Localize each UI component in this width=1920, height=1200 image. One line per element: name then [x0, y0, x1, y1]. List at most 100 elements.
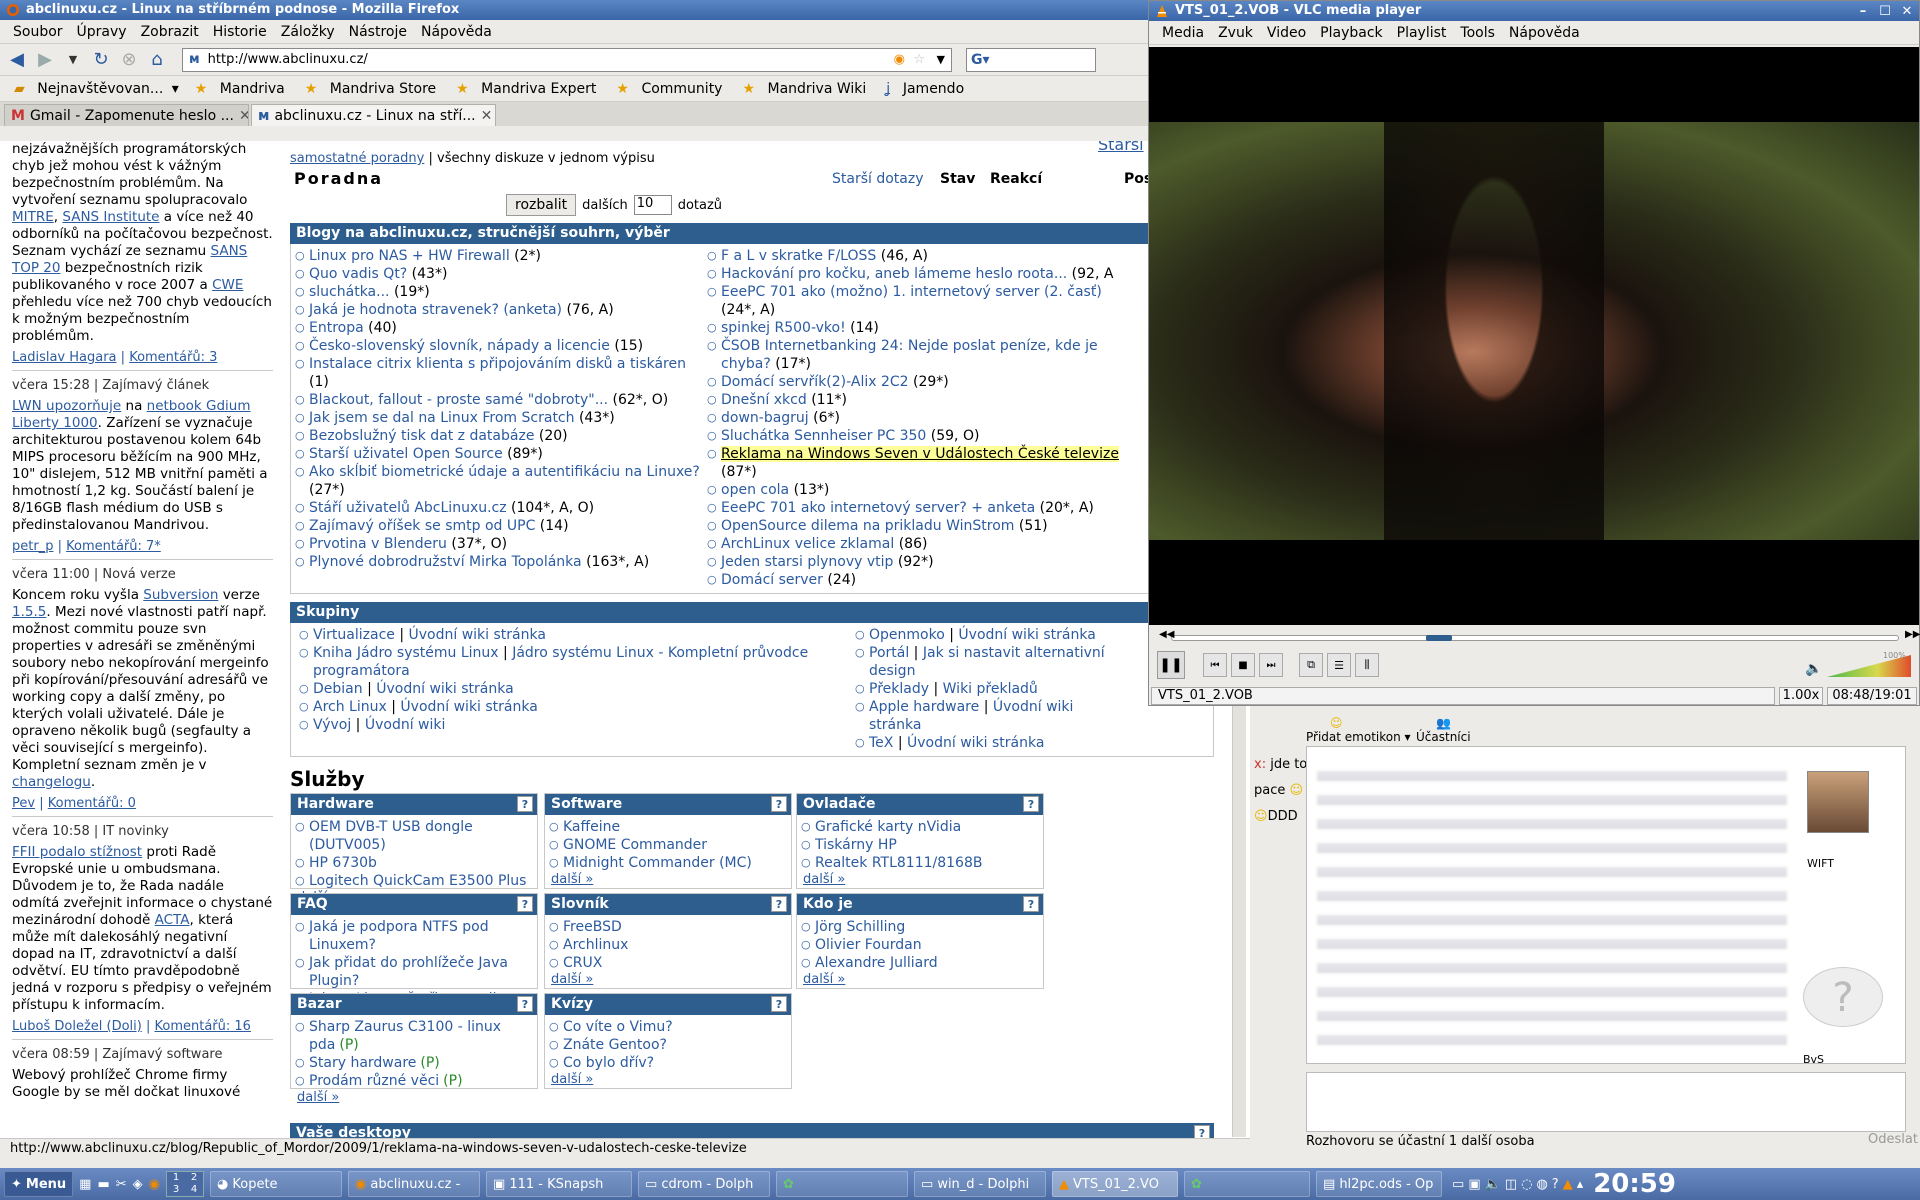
- news-link[interactable]: FFII podalo stížnost: [12, 844, 142, 860]
- blog-link[interactable]: Sluchátka Sennheiser PC 350: [721, 428, 926, 444]
- help-icon[interactable]: ?: [771, 796, 787, 812]
- blog-link[interactable]: Zajímavý oříšek se smtp od UPC: [309, 518, 535, 534]
- author-link[interactable]: Luboš Doležel (Doli): [12, 1019, 142, 1034]
- pager[interactable]: 1234: [166, 1171, 205, 1197]
- terminal-icon[interactable]: ▬: [97, 1177, 109, 1192]
- more-link[interactable]: další »: [291, 1090, 537, 1105]
- bookmark-star-icon[interactable]: ☆: [913, 52, 925, 67]
- seek-handle[interactable]: [1426, 635, 1453, 641]
- standalone-forums-link[interactable]: samostatné poradny: [290, 151, 424, 166]
- fullscreen-icon[interactable]: ⧉: [1299, 653, 1323, 677]
- volume-slider[interactable]: 100%: [1827, 651, 1911, 677]
- vlc-menu-playlist[interactable]: Playlist: [1390, 25, 1454, 41]
- service-link[interactable]: Jak přidat do prohlížeče Java Plugin?: [309, 955, 508, 989]
- help-icon[interactable]: ?: [1023, 896, 1039, 912]
- seek-back-icon[interactable]: ◀◀: [1159, 629, 1174, 640]
- firefox-titlebar[interactable]: abclinuxu.cz - Linux na stříbrném podnos…: [0, 0, 1250, 20]
- group-link[interactable]: Vývoj: [313, 717, 351, 733]
- blog-link[interactable]: Domácí server: [721, 572, 823, 588]
- blog-link[interactable]: OpenSource dilema na prikladu WinStrom: [721, 518, 1014, 534]
- menu-soubor[interactable]: Soubor: [6, 24, 70, 40]
- blog-link[interactable]: Plynové dobrodružství Mirka Topolánka: [309, 554, 582, 570]
- service-link[interactable]: Znáte Gentoo?: [563, 1037, 667, 1053]
- equalizer-icon[interactable]: ⫼: [1355, 653, 1379, 677]
- task-dolphin-wind[interactable]: ▭ win_d - Dolphi: [914, 1171, 1047, 1197]
- show-desktop-icon[interactable]: ▦: [79, 1177, 91, 1192]
- wiki-link[interactable]: Úvodní wiki stránka: [409, 627, 546, 643]
- vlc-menu-tools[interactable]: Tools: [1453, 25, 1502, 41]
- tray-icon[interactable]: ▣: [1468, 1177, 1480, 1192]
- help-icon[interactable]: ?: [771, 996, 787, 1012]
- wiki-link[interactable]: Úvodní wiki: [365, 717, 446, 733]
- group-link[interactable]: Kniha Jádro systému Linux: [313, 645, 499, 661]
- start-menu-button[interactable]: ✦ Menu: [4, 1171, 74, 1197]
- wiki-link[interactable]: Úvodní wiki stránka: [400, 699, 537, 715]
- menu-historie[interactable]: Historie: [206, 24, 274, 40]
- more-link[interactable]: další »: [545, 872, 791, 887]
- group-link[interactable]: Openmoko: [869, 627, 945, 643]
- blog-link[interactable]: Linux pro NAS + HW Firewall: [309, 248, 510, 264]
- news-link[interactable]: Subversion: [143, 587, 218, 603]
- service-link[interactable]: OEM DVB-T USB dongle (DUTV005): [309, 819, 473, 853]
- blog-link[interactable]: Starší uživatel Open Source: [309, 446, 503, 462]
- service-link[interactable]: Alexandre Julliard: [815, 955, 938, 971]
- volume-icon[interactable]: 🔈: [1485, 1177, 1501, 1192]
- blog-link[interactable]: EeePC 701 ako internetový server? + anke…: [721, 500, 1035, 516]
- more-link[interactable]: další »: [797, 972, 1043, 987]
- blog-link[interactable]: Bezobslužný tisk dat z databáze: [309, 428, 534, 444]
- back-icon[interactable]: ◀: [6, 49, 28, 71]
- service-link[interactable]: Co bylo dřív?: [563, 1055, 654, 1071]
- send-button[interactable]: Odeslat: [1868, 1132, 1918, 1147]
- minimize-icon[interactable]: –: [1855, 2, 1871, 21]
- news-link[interactable]: ACTA: [155, 912, 190, 928]
- vlc-titlebar[interactable]: VTS_01_2.VOB - VLC media player – ☐ ✕: [1149, 1, 1919, 21]
- blog-link[interactable]: Ako skĺbiť biometrické údaje a autentifi…: [309, 464, 700, 480]
- blog-link[interactable]: open cola: [721, 482, 789, 498]
- seek-bar[interactable]: [1171, 635, 1899, 641]
- search-input[interactable]: G▾: [966, 47, 1096, 72]
- more-link[interactable]: další »: [545, 972, 791, 987]
- comments-link[interactable]: Komentářů: 7*: [66, 539, 161, 554]
- close-tab-icon[interactable]: ✕: [239, 108, 248, 124]
- service-link[interactable]: Jörg Schilling: [815, 919, 905, 935]
- previous-icon[interactable]: ⏮: [1203, 653, 1227, 677]
- blog-link[interactable]: Quo vadis Qt?: [309, 266, 407, 282]
- task-blurred[interactable]: ✿: [776, 1171, 909, 1197]
- speaker-icon[interactable]: 🔈: [1805, 661, 1822, 677]
- blog-link[interactable]: Dnešní xkcd: [721, 392, 807, 408]
- forward-icon[interactable]: ▶: [34, 49, 56, 71]
- tray-icon[interactable]: ◌: [1521, 1177, 1532, 1192]
- menu-zobrazit[interactable]: Zobrazit: [134, 24, 206, 40]
- url-bar[interactable]: ᴍ http://www.abclinuxu.cz/ ◉ ☆ ▼: [182, 47, 952, 72]
- wiki-link[interactable]: Úvodní wiki stránka: [958, 627, 1095, 643]
- service-link[interactable]: GNOME Commander: [563, 837, 707, 853]
- help-icon[interactable]: ?: [517, 796, 533, 812]
- service-link[interactable]: Jaká je podpora NTFS pod Linuxem?: [309, 919, 489, 953]
- vlc-menu-playback[interactable]: Playback: [1313, 25, 1389, 41]
- network-icon[interactable]: ◫: [1505, 1177, 1517, 1192]
- service-link[interactable]: Archlinux: [563, 937, 628, 953]
- stop-icon[interactable]: ⊗: [118, 49, 140, 71]
- home-icon[interactable]: ⌂: [146, 49, 168, 71]
- comments-link[interactable]: Komentářů: 16: [155, 1019, 251, 1034]
- service-link[interactable]: FreeBSD: [563, 919, 622, 935]
- vlc-tray-icon[interactable]: ▲: [1563, 1177, 1573, 1192]
- desk[interactable]: 1: [167, 1172, 185, 1184]
- desk[interactable]: 4: [185, 1184, 203, 1196]
- blog-link[interactable]: Blackout, fallout - proste samé "dobroty…: [309, 392, 608, 408]
- service-link[interactable]: Prodám různé věci: [309, 1073, 439, 1089]
- vlc-menu-video[interactable]: Video: [1260, 25, 1313, 41]
- blog-link[interactable]: Entropa: [309, 320, 364, 336]
- service-link[interactable]: Midnight Commander (MC): [563, 855, 752, 871]
- service-link[interactable]: CRUX: [563, 955, 602, 971]
- participants-button[interactable]: 👥 Účastníci: [1416, 716, 1471, 744]
- news-link[interactable]: MITRE: [12, 209, 54, 225]
- vlc-menu-zvuk[interactable]: Zvuk: [1211, 25, 1260, 41]
- service-link[interactable]: Co víte o Vimu?: [563, 1019, 673, 1035]
- task-firefox[interactable]: ◉ abclinuxu.cz -: [348, 1171, 481, 1197]
- bookmark-mandriva-store[interactable]: ★ Mandriva Store: [297, 81, 444, 97]
- vlc-menu-napoveda[interactable]: Nápověda: [1502, 25, 1587, 41]
- task-calc[interactable]: ▤ hl2pc.ods - Op: [1316, 1171, 1443, 1197]
- help-icon[interactable]: ?: [517, 896, 533, 912]
- google-icon[interactable]: G▾: [971, 52, 990, 68]
